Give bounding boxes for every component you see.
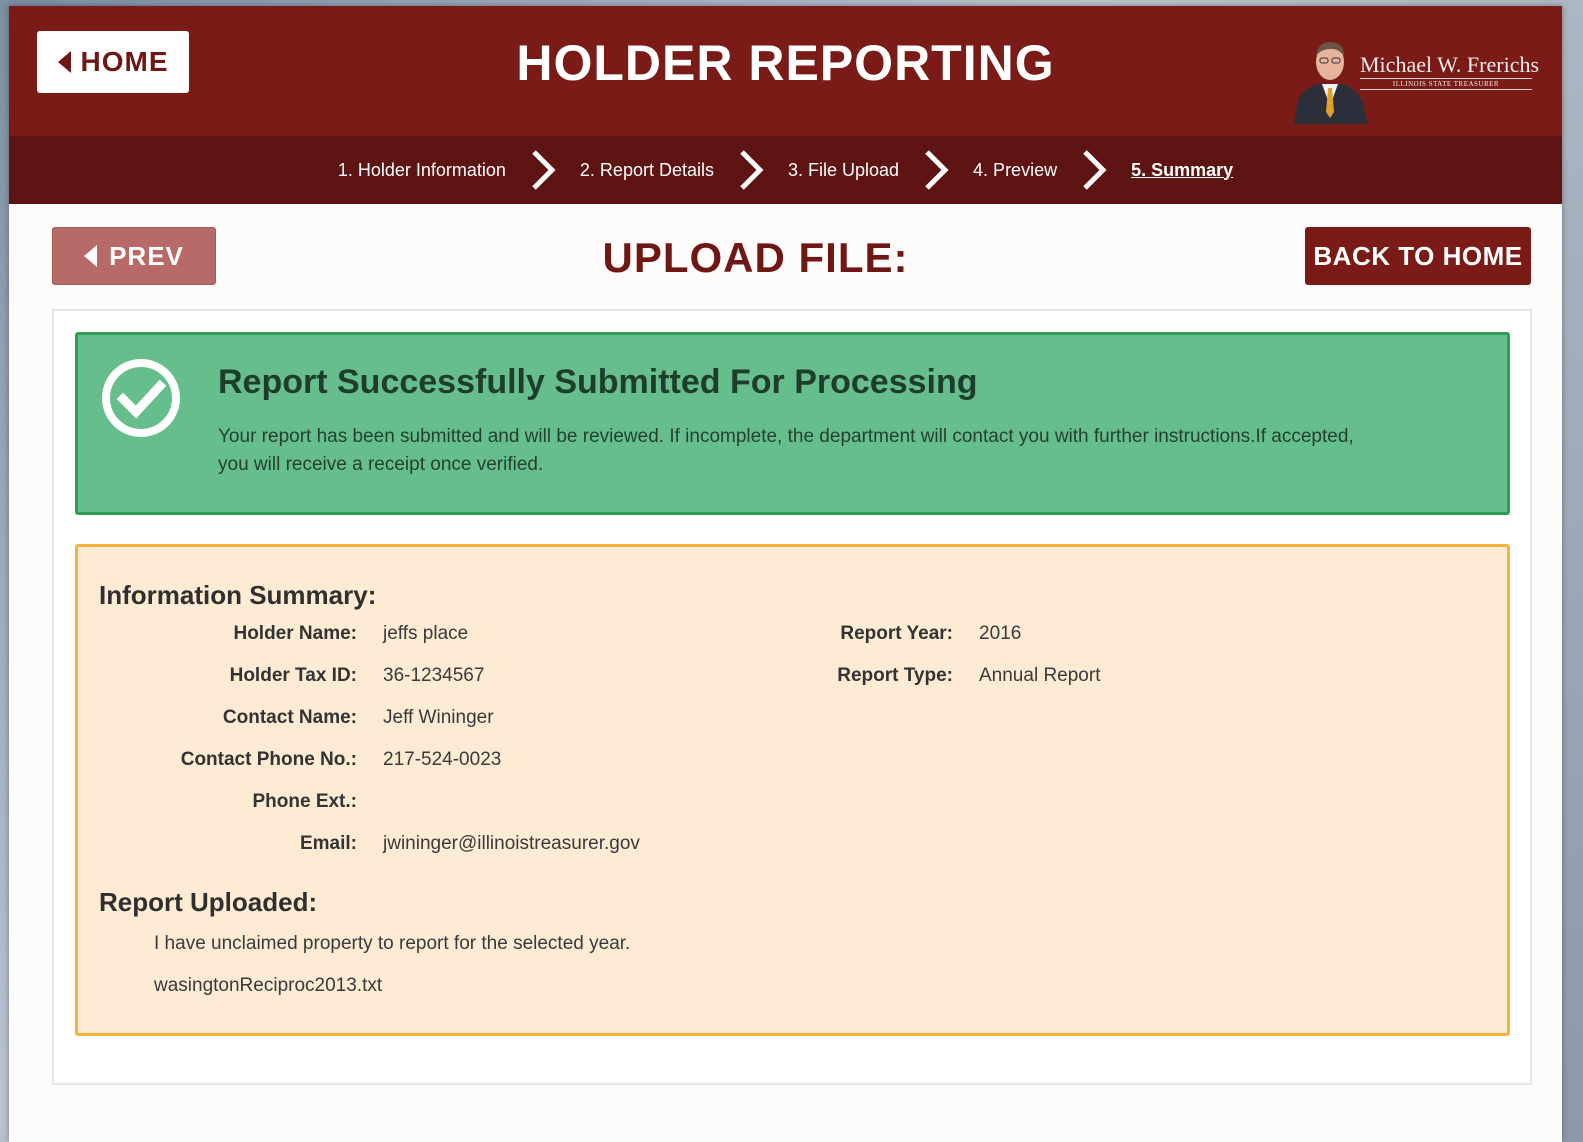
step-file-upload[interactable]: 3. File Upload: [788, 160, 899, 181]
field-label: Contact Phone No.:: [180, 749, 357, 770]
field-label: Phone Ext.:: [252, 791, 357, 812]
field-label: Holder Name:: [233, 623, 357, 644]
app-window: HOME HOLDER REPORTING Michael W. Frerich…: [9, 6, 1562, 1142]
chevron-right-icon: [1083, 150, 1107, 190]
success-title: Report Successfully Submitted For Proces…: [218, 363, 978, 401]
field-email: Email: jwininger@illinoistreasurer.gov: [78, 833, 778, 863]
field-holder-name: Holder Name: jeffs place: [78, 623, 778, 653]
step-report-details[interactable]: 2. Report Details: [580, 160, 714, 181]
field-label: Email:: [299, 833, 357, 854]
check-circle-icon: [102, 359, 180, 437]
field-label: Report Year:: [840, 623, 953, 644]
field-value: jeffs place: [383, 623, 469, 644]
field-value: 217-524-0023: [383, 749, 502, 770]
field-label: Contact Name:: [222, 707, 357, 728]
information-summary: Information Summary: Holder Name: jeffs …: [75, 544, 1510, 1036]
top-header: HOME HOLDER REPORTING Michael W. Frerich…: [9, 6, 1562, 136]
step-holder-information[interactable]: 1. Holder Information: [338, 160, 506, 181]
treasurer-portrait: [1294, 42, 1368, 124]
field-report-year: Report Year: 2016: [778, 623, 1478, 653]
chevron-right-icon: [740, 150, 764, 190]
success-message: Your report has been submitted and will …: [218, 426, 1354, 475]
field-value: Jeff Wininger: [383, 707, 494, 728]
field-contact-name: Contact Name: Jeff Wininger: [78, 707, 778, 737]
field-label: Holder Tax ID:: [229, 665, 357, 686]
field-holder-tax-id: Holder Tax ID: 36-1234567: [78, 665, 778, 695]
uploaded-statement: I have unclaimed property to report for …: [154, 933, 631, 954]
chevron-right-icon: [925, 150, 949, 190]
field-report-type: Report Type: Annual Report: [778, 665, 1478, 695]
content-panel: Report Successfully Submitted For Proces…: [52, 309, 1532, 1085]
chevron-right-icon: [532, 150, 556, 190]
field-value: 36-1234567: [383, 665, 485, 686]
treasurer-name: Michael W. Frerichs: [1360, 52, 1540, 77]
field-value: Annual Report: [979, 665, 1101, 686]
success-alert: Report Successfully Submitted For Proces…: [75, 332, 1510, 515]
field-label: Report Type:: [837, 665, 953, 686]
steps-bar: 1. Holder Information 2. Report Details …: [9, 136, 1562, 204]
field-phone-ext: Phone Ext.:: [78, 791, 778, 821]
summary-title: Information Summary:: [99, 580, 377, 610]
treasurer-logo: Michael W. Frerichs ILLINOIS STATE TREAS…: [1290, 36, 1540, 126]
field-contact-phone: Contact Phone No.: 217-524-0023: [78, 749, 778, 779]
step-summary[interactable]: 5. Summary: [1131, 160, 1233, 181]
field-value: 2016: [979, 623, 1022, 644]
report-uploaded-title: Report Uploaded:: [99, 887, 318, 917]
back-to-home-button[interactable]: BACK TO HOME: [1305, 227, 1531, 285]
step-preview[interactable]: 4. Preview: [973, 160, 1057, 181]
uploaded-file-name: wasingtonReciproc2013.txt: [154, 975, 383, 996]
treasurer-subtitle: ILLINOIS STATE TREASURER: [1360, 78, 1532, 90]
field-value: jwininger@illinoistreasurer.gov: [383, 833, 640, 854]
